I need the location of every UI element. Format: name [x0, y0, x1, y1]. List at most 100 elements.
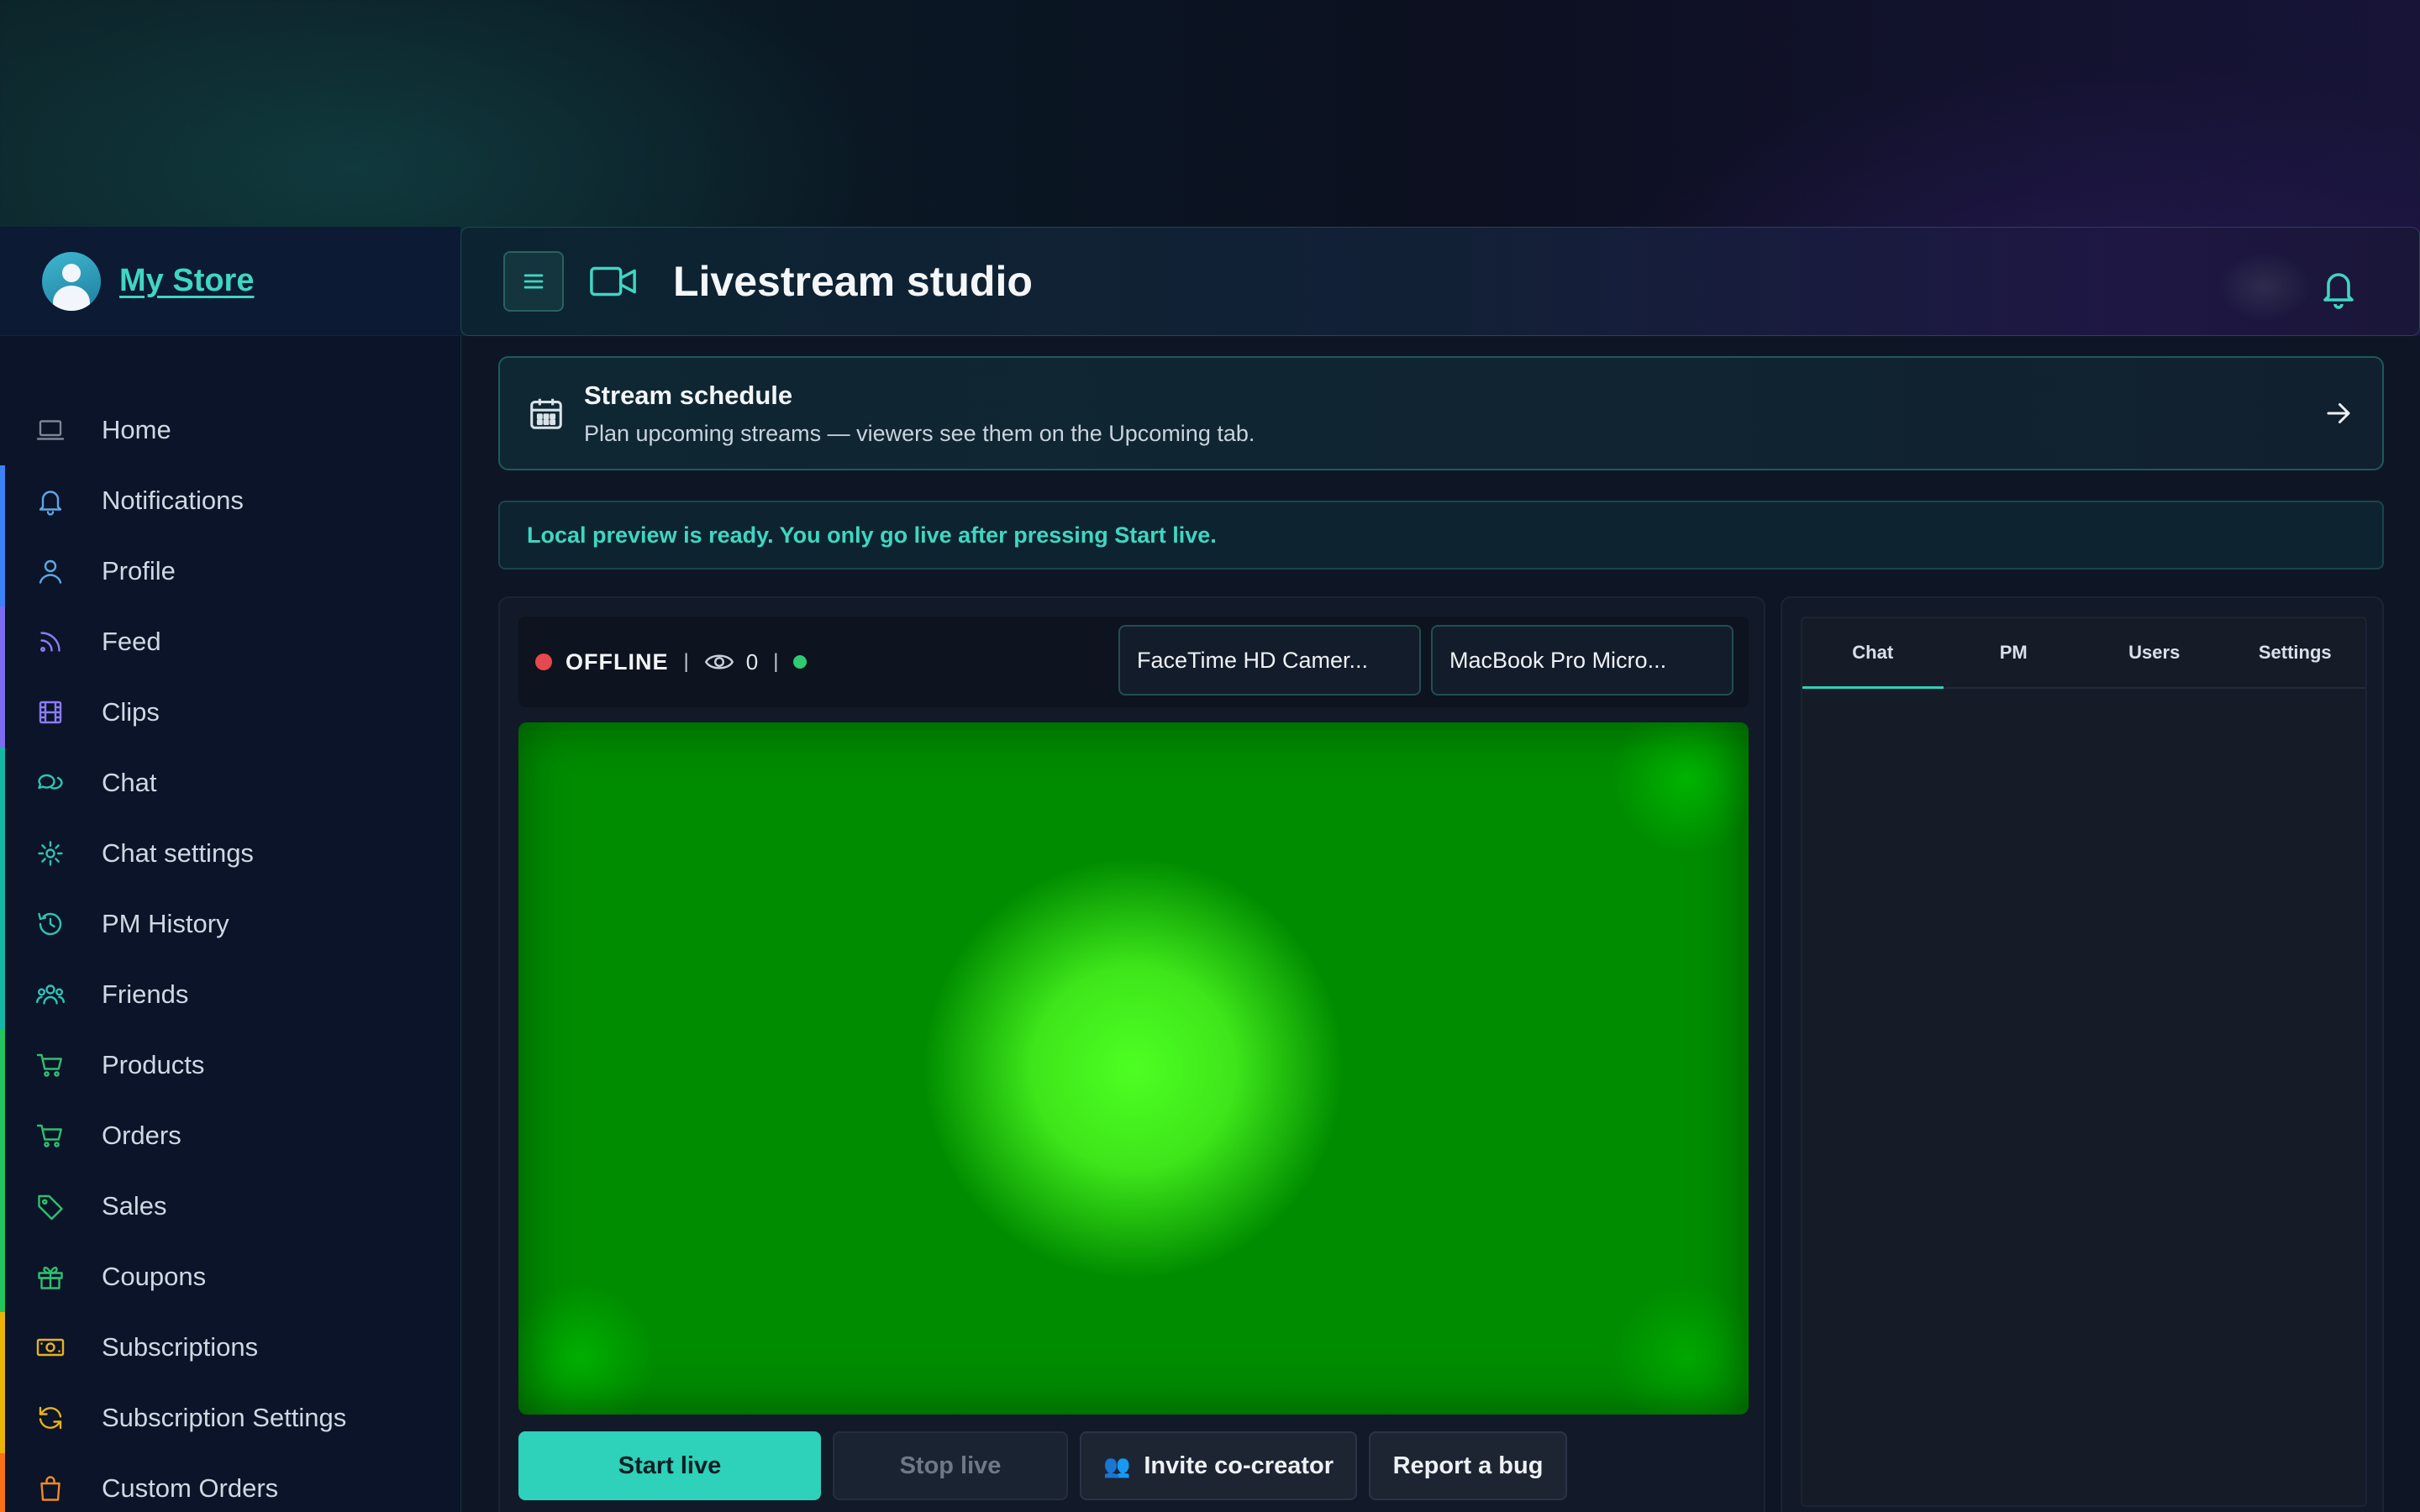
sidebar-item-label: Products	[102, 1050, 205, 1079]
sidebar-item-label: Chat	[102, 768, 157, 797]
sidebar-item-clips[interactable]: Clips	[0, 677, 460, 748]
tab-settings[interactable]: Settings	[2225, 618, 2366, 687]
store-link[interactable]: My Store	[119, 263, 254, 299]
topbar: Livestream studio	[460, 227, 2420, 336]
stream-stage: OFFLINE | 0 | FaceTime HD Camer... MacBo…	[498, 596, 1765, 1512]
sidebar-item-label: Home	[102, 415, 171, 444]
sidebar-item-label: Orders	[102, 1121, 182, 1150]
calendar-icon	[527, 394, 566, 433]
banknote-icon	[34, 1331, 67, 1364]
microphone-select[interactable]: MacBook Pro Micro...	[1431, 625, 1733, 696]
gift-icon	[34, 1260, 67, 1294]
sidebar-item-coupons[interactable]: Coupons	[0, 1242, 460, 1312]
bell-icon	[34, 484, 67, 517]
video-camera-icon	[589, 256, 639, 307]
schedule-subtitle: Plan upcoming streams — viewers see them…	[584, 420, 1255, 446]
sidebar-item-label: Feed	[102, 627, 161, 656]
sidebar-item-label: PM History	[102, 909, 229, 938]
sidebar-item-feed[interactable]: Feed	[0, 606, 460, 677]
sidebar-item-accent	[0, 1383, 5, 1453]
sidebar-item-subscriptions[interactable]: Subscriptions	[0, 1312, 460, 1383]
gear-icon	[34, 837, 67, 870]
sidebar-item-profile[interactable]: Profile	[0, 536, 460, 606]
people-icon: 👥	[1102, 1452, 1131, 1478]
start-live-button[interactable]: Start live	[518, 1431, 821, 1500]
tab-users[interactable]: Users	[2084, 618, 2225, 687]
sidebar-item-accent	[0, 1030, 5, 1100]
sidebar-item-label: Custom Orders	[102, 1473, 279, 1503]
chat-box: Chat PM Users Settings	[1801, 617, 2367, 1507]
stream-schedule-card[interactable]: Stream schedule Plan upcoming streams — …	[498, 356, 2384, 470]
stream-status: OFFLINE	[566, 648, 669, 675]
panel-tabs: Chat PM Users Settings	[1802, 618, 2365, 689]
menu-button[interactable]	[503, 251, 564, 312]
sidebar-item-subscription-settings[interactable]: Subscription Settings	[0, 1383, 460, 1453]
sidebar-item-products[interactable]: Products	[0, 1030, 460, 1100]
sidebar-item-label: Sales	[102, 1191, 167, 1221]
sidebar-item-accent	[0, 889, 5, 959]
sidebar-item-accent	[0, 465, 5, 536]
chat-bubbles-icon	[34, 766, 67, 800]
user-icon	[34, 554, 67, 588]
sidebar-item-friends[interactable]: Friends	[0, 959, 460, 1030]
sidebar-item-orders[interactable]: Orders	[0, 1100, 460, 1171]
sidebar-item-label: Clips	[102, 697, 160, 727]
invite-co-creator-button[interactable]: 👥 Invite co-creator	[1080, 1431, 1357, 1500]
users-icon	[34, 978, 67, 1011]
camera-preview	[518, 722, 1749, 1415]
invite-label: Invite co-creator	[1144, 1452, 1334, 1479]
sidebar-item-label: Chat settings	[102, 838, 254, 868]
offline-indicator-dot	[535, 654, 552, 670]
laptop-icon	[34, 413, 67, 447]
sidebar-nav: Home Notifications Profile Feed Clips Chat Cha…	[0, 336, 460, 1512]
bag-icon	[34, 1472, 67, 1505]
sidebar-item-label: Friends	[102, 979, 189, 1009]
sidebar: My Store Home Notifications Profile Feed Cli…	[0, 227, 460, 1512]
tab-chat[interactable]: Chat	[1802, 618, 1944, 689]
sidebar-item-chat-settings[interactable]: Chat settings	[0, 818, 460, 889]
camera-select[interactable]: FaceTime HD Camer...	[1118, 625, 1421, 696]
sidebar-item-label: Notifications	[102, 486, 244, 515]
stream-status-bar: OFFLINE | 0 | FaceTime HD Camer... MacBo…	[518, 617, 1749, 707]
bell-icon	[2323, 273, 2354, 309]
sidebar-item-accent	[0, 1242, 5, 1312]
sidebar-item-accent	[0, 606, 5, 677]
page-title: Livestream studio	[673, 258, 1033, 305]
side-panel: Chat PM Users Settings	[1781, 596, 2384, 1512]
sidebar-item-chat[interactable]: Chat	[0, 748, 460, 818]
preview-notice: Local preview is ready. You only go live…	[498, 501, 2384, 570]
separator: |	[773, 650, 779, 673]
sidebar-item-accent	[0, 1312, 5, 1383]
separator: |	[683, 650, 689, 673]
viewer-count: 0	[745, 648, 759, 675]
rss-icon	[34, 625, 67, 659]
sidebar-item-notifications[interactable]: Notifications	[0, 465, 460, 536]
sidebar-item-accent	[0, 1100, 5, 1171]
stop-live-button[interactable]: Stop live	[833, 1431, 1068, 1500]
sidebar-item-accent	[0, 1453, 5, 1512]
sidebar-item-accent	[0, 959, 5, 1030]
brand: My Store	[0, 227, 460, 336]
sidebar-item-accent	[0, 536, 5, 606]
refresh-icon	[34, 1401, 67, 1435]
notifications-bell-button[interactable]	[2318, 266, 2360, 309]
tab-pm[interactable]: PM	[1944, 618, 2085, 687]
avatar[interactable]	[42, 251, 101, 311]
film-icon	[34, 696, 67, 729]
sidebar-item-accent	[0, 748, 5, 818]
main-content: Stream schedule Plan upcoming streams — …	[460, 336, 2420, 1512]
sidebar-item-label: Coupons	[102, 1262, 207, 1291]
cart-icon	[34, 1048, 67, 1082]
sidebar-item-accent	[0, 818, 5, 889]
blurred-avatar	[2217, 253, 2310, 320]
arrow-right-icon[interactable]	[2323, 398, 2354, 428]
history-icon	[34, 907, 67, 941]
sidebar-item-label: Subscription Settings	[102, 1403, 347, 1432]
sidebar-item-custom-orders[interactable]: Custom Orders	[0, 1453, 460, 1512]
sidebar-item-pm-history[interactable]: PM History	[0, 889, 460, 959]
report-bug-button[interactable]: Report a bug	[1369, 1431, 1567, 1500]
sidebar-item-accent	[0, 1171, 5, 1242]
sidebar-item-sales[interactable]: Sales	[0, 1171, 460, 1242]
sidebar-item-accent	[0, 677, 5, 748]
sidebar-item-home[interactable]: Home	[0, 395, 460, 465]
